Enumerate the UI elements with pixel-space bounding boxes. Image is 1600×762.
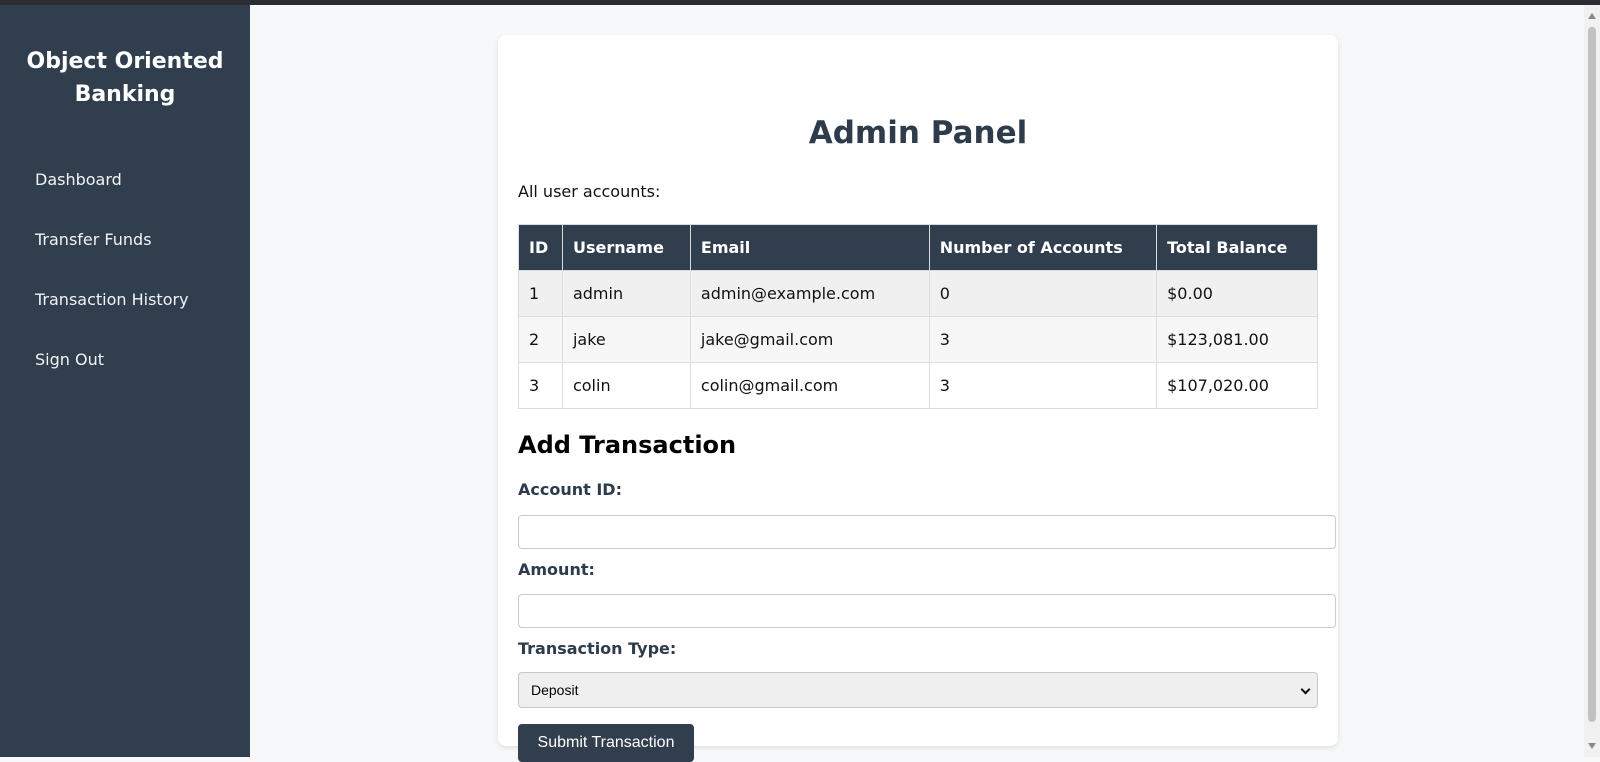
cell-id: 1 — [518, 270, 563, 317]
sidebar-item-transaction-history[interactable]: Transaction History — [35, 290, 189, 350]
submit-transaction-button[interactable]: Submit Transaction — [518, 724, 694, 762]
page-title: Admin Panel — [808, 115, 1028, 151]
cell-number-of-accounts: 0 — [928, 270, 1158, 317]
transaction-type-select[interactable]: Deposit — [518, 672, 1318, 708]
page-scrollbar[interactable] — [1584, 5, 1600, 757]
sidebar-nav: Dashboard Transfer Funds Transaction His… — [35, 170, 189, 410]
cell-number-of-accounts: 3 — [928, 362, 1158, 409]
cell-email: jake@gmail.com — [689, 316, 930, 363]
scroll-down-arrow-icon[interactable] — [1588, 743, 1596, 749]
cell-total-balance: $0.00 — [1156, 270, 1318, 317]
scroll-thumb[interactable] — [1588, 27, 1596, 722]
cell-number-of-accounts: 3 — [928, 316, 1158, 363]
cell-username: admin — [561, 270, 691, 317]
accounts-caption: All user accounts: — [518, 182, 661, 201]
cell-username: jake — [561, 316, 691, 363]
add-transaction-heading: Add Transaction — [518, 431, 737, 459]
header-id: ID — [518, 224, 563, 271]
amount-label: Amount: — [518, 560, 595, 579]
header-username: Username — [561, 224, 691, 271]
table-header-row: ID Username Email Number of Accounts Tot… — [518, 224, 1318, 271]
transaction-type-label: Transaction Type: — [518, 639, 677, 658]
cell-email: colin@gmail.com — [689, 362, 930, 409]
chevron-down-icon — [1300, 684, 1311, 695]
user-accounts-table: ID Username Email Number of Accounts Tot… — [518, 224, 1318, 409]
cell-id: 2 — [518, 316, 563, 363]
header-email: Email — [689, 224, 930, 271]
sidebar-item-dashboard[interactable]: Dashboard — [35, 170, 189, 230]
brand-title: Object Oriented Banking — [26, 49, 224, 107]
cell-username: colin — [561, 362, 691, 409]
sidebar-item-transfer-funds[interactable]: Transfer Funds — [35, 230, 189, 290]
table-row: 1 admin admin@example.com 0 $0.00 — [518, 270, 1318, 317]
admin-panel-card: Admin Panel All user accounts: ID Userna… — [498, 35, 1338, 762]
sidebar: Object Oriented Banking Dashboard Transf… — [0, 5, 250, 757]
scroll-up-arrow-icon[interactable] — [1588, 13, 1596, 19]
account-id-label: Account ID: — [518, 480, 622, 499]
transaction-type-selected: Deposit — [531, 682, 579, 698]
sidebar-item-sign-out[interactable]: Sign Out — [35, 350, 189, 410]
account-id-input[interactable] — [518, 515, 1336, 549]
table-row: 3 colin colin@gmail.com 3 $107,020.00 — [518, 362, 1318, 409]
cell-id: 3 — [518, 362, 563, 409]
header-total-balance: Total Balance — [1156, 224, 1318, 271]
header-number-of-accounts: Number of Accounts — [928, 224, 1158, 271]
cell-total-balance: $107,020.00 — [1156, 362, 1318, 409]
table-row: 2 jake jake@gmail.com 3 $123,081.00 — [518, 316, 1318, 363]
amount-input[interactable] — [518, 594, 1336, 628]
cell-total-balance: $123,081.00 — [1156, 316, 1318, 363]
cell-email: admin@example.com — [689, 270, 930, 317]
